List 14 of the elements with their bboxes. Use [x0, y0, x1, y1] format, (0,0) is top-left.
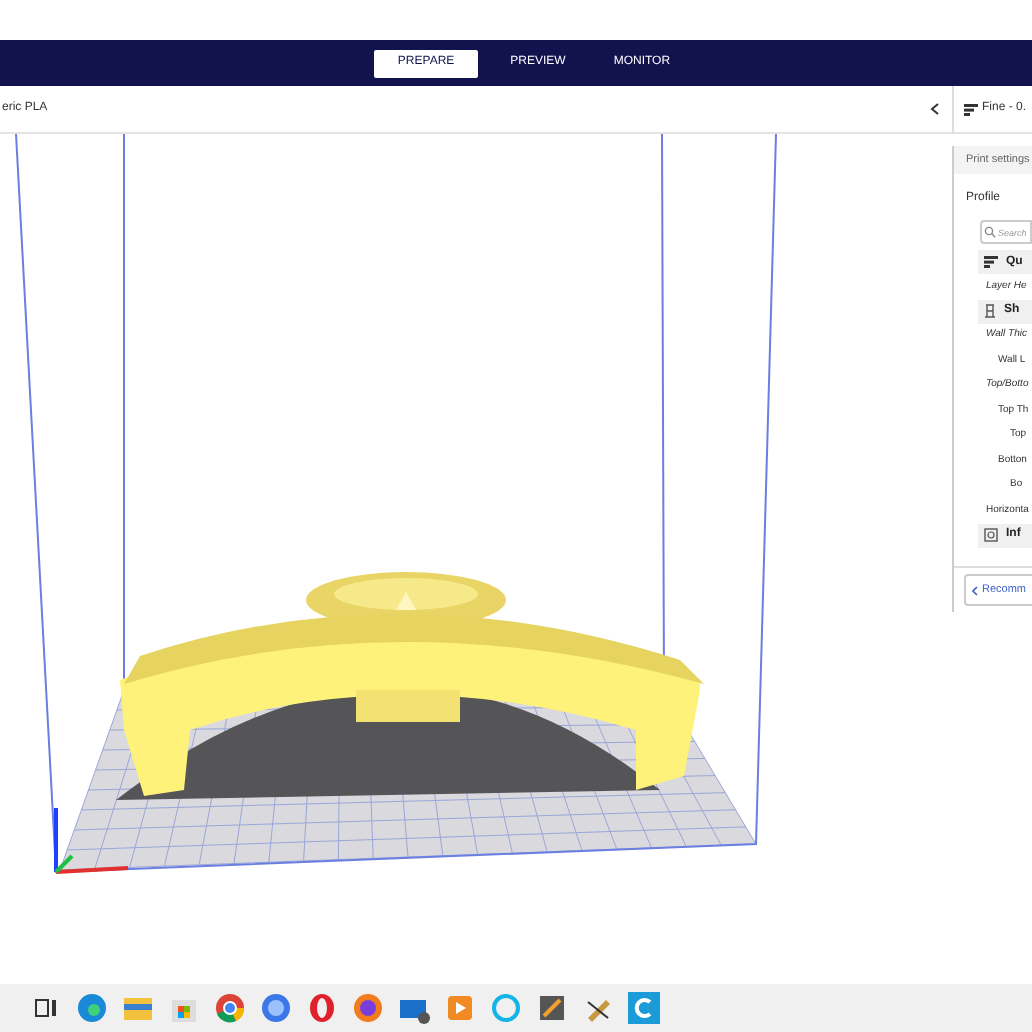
shell-icon [984, 304, 996, 318]
folder-icon[interactable] [122, 992, 154, 1024]
profile-icon [964, 103, 978, 115]
infill-icon [984, 528, 998, 542]
media-player-icon[interactable] [444, 992, 476, 1024]
chrome-icon[interactable] [214, 992, 246, 1024]
opera-icon[interactable] [306, 992, 338, 1024]
browser-icon[interactable] [76, 992, 108, 1024]
chevron-left-icon [972, 585, 978, 595]
cura-app-icon[interactable] [628, 992, 660, 1024]
globe-icon[interactable] [260, 992, 292, 1024]
lines-icon [984, 256, 998, 268]
collapse-icon[interactable] [930, 102, 940, 116]
search-icon [984, 226, 996, 238]
